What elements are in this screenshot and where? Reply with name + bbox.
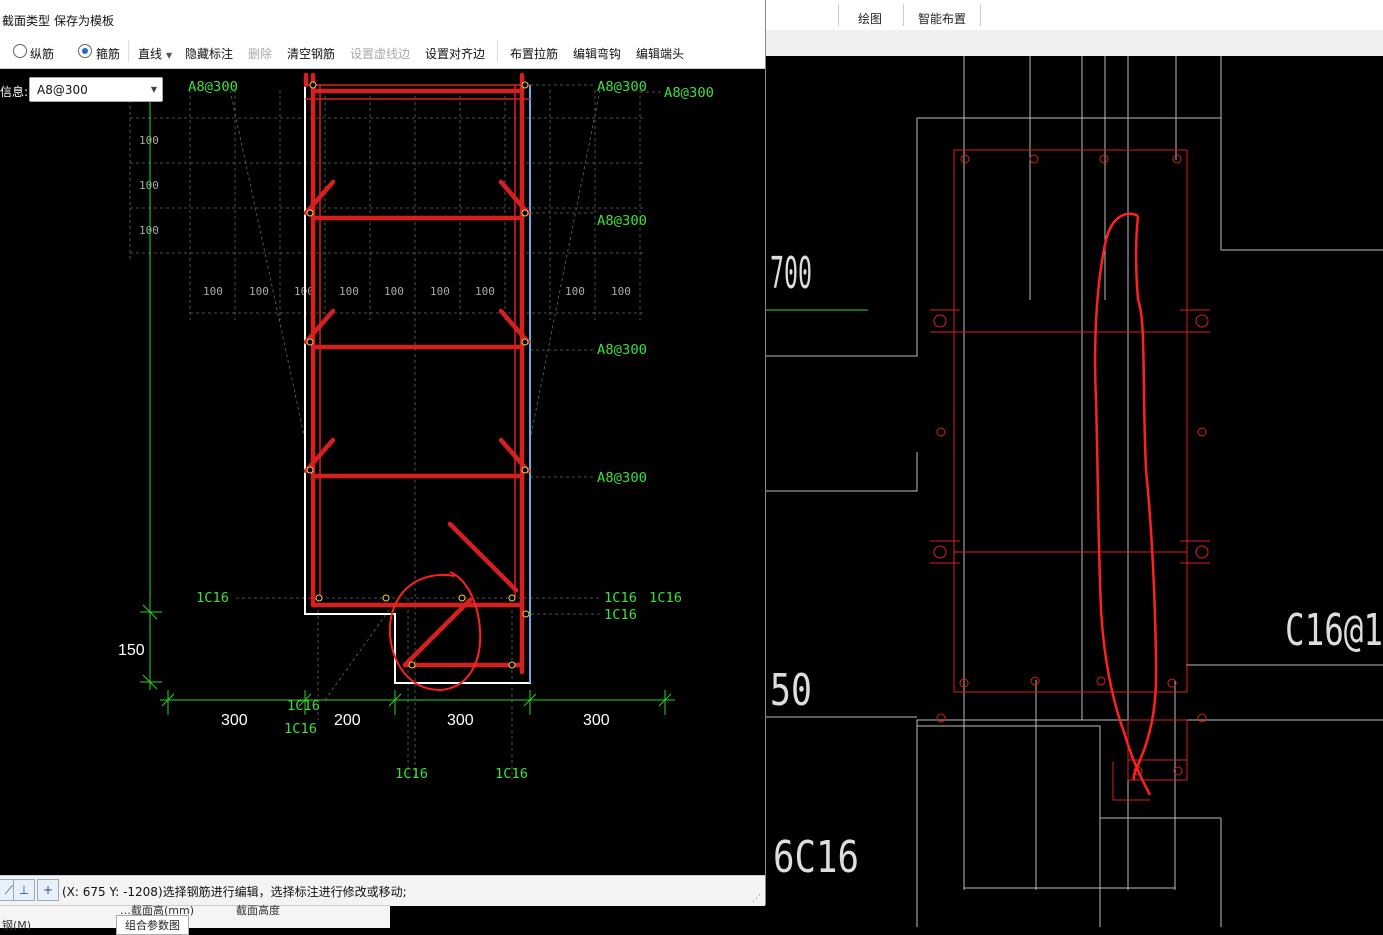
delete-button[interactable]: 删除: [248, 45, 272, 62]
grid-label: 100: [611, 285, 631, 298]
cad-label-bottom: 6C16: [773, 832, 859, 883]
grid-label: 100: [339, 285, 359, 298]
line-mode-label: 直线: [138, 47, 163, 61]
combined-params-tab[interactable]: 组合参数图: [116, 915, 189, 935]
grid-label: 100: [139, 134, 159, 147]
bottom-panel-strip: 钢(M) …截面高(mm) 截面高度 组合参数图: [0, 904, 390, 935]
resize-grip-icon[interactable]: ⋰: [752, 894, 761, 904]
rebar-label[interactable]: 1C16: [395, 767, 428, 782]
rebar-label[interactable]: 1C16: [287, 699, 320, 714]
rebar-label[interactable]: 1C16: [604, 591, 637, 606]
grid-label: 100: [139, 224, 159, 237]
info-label: 信息:: [0, 85, 29, 99]
radio-stirrup-label[interactable]: 箍筋: [96, 45, 120, 62]
dimension-label[interactable]: 300: [221, 712, 248, 729]
cad-main-canvas[interactable]: 700 50 6C16 C16@1: [766, 56, 1383, 927]
grid-label: 100: [203, 285, 223, 298]
radio-longitudinal-label[interactable]: 纵筋: [30, 45, 54, 62]
dimension-label[interactable]: 150: [118, 642, 145, 659]
perpendicular-toggle-icon[interactable]: ⊥: [13, 879, 35, 901]
ribbon-bar: 绘图 智能布置: [766, 0, 1383, 31]
bottom-cell-2: 截面高度: [236, 904, 280, 917]
cad-label-top: 700: [770, 248, 812, 299]
stirrup-label[interactable]: A8@300: [597, 471, 647, 486]
status-text: (X: 675 Y: -1208)选择钢筋进行编辑，选择标注进行修改或移动;: [62, 885, 407, 899]
line-mode-dropdown[interactable]: 直线 ▼: [138, 45, 172, 62]
dialog-toolbar: 纵筋 箍筋 直线 ▼ 隐藏标注 删除 清空钢筋 设置虚线边 设置对齐边 布置拉筋 …: [0, 34, 765, 69]
dimension-label[interactable]: 300: [447, 712, 474, 729]
dialog-menu-bar: 截面类型 保存为模板: [0, 0, 765, 35]
bottom-left-text: 钢(M): [2, 919, 32, 932]
edit-end-button[interactable]: 编辑端头: [636, 45, 684, 62]
grid-label: 100: [384, 285, 404, 298]
menu-section-type[interactable]: 截面类型: [2, 12, 50, 29]
set-dashed-edge-button[interactable]: 设置虚线边: [350, 45, 410, 62]
chevron-down-icon: ▼: [166, 51, 173, 60]
stirrup-label[interactable]: A8@300: [664, 86, 714, 101]
snap-toggle-icon[interactable]: +: [37, 879, 59, 901]
edit-hook-button[interactable]: 编辑弯钩: [573, 45, 621, 62]
grid-label: 100: [139, 179, 159, 192]
radio-stirrup[interactable]: [78, 44, 92, 58]
section-editor-dialog: 截面类型 保存为模板 纵筋 箍筋 直线 ▼ 隐藏标注 删除 清空钢筋 设置虚线边 …: [0, 0, 766, 906]
status-bar: ⟋ ⊥ + (X: 675 Y: -1208)选择钢筋进行编辑，选择标注进行修改…: [0, 875, 765, 906]
set-align-edge-button[interactable]: 设置对齐边: [425, 45, 485, 62]
dimension-label[interactable]: 300: [583, 712, 610, 729]
rebar-info-select[interactable]: A8@300 ▼: [29, 77, 163, 102]
place-tie-button[interactable]: 布置拉筋: [510, 45, 558, 62]
rebar-label[interactable]: 1C16: [649, 591, 682, 606]
ribbon-subbar: [766, 30, 1383, 56]
rebar-label[interactable]: 1C16: [604, 608, 637, 623]
section-drawing-canvas[interactable]: 100 100 100 100 100 100 100 100 100 100 …: [0, 68, 765, 875]
rebar-label[interactable]: 1C16: [284, 722, 317, 737]
rebar-info-value: A8@300: [37, 83, 88, 97]
stirrup-label[interactable]: A8@300: [597, 80, 647, 95]
cad-label-mid: 50: [770, 665, 812, 716]
grid-label: 100: [430, 285, 450, 298]
cad-label-right: C16@1: [1285, 605, 1383, 656]
grid-label: 100: [475, 285, 495, 298]
menu-save-template[interactable]: 保存为模板: [54, 12, 114, 29]
chevron-down-icon: ▼: [150, 85, 157, 94]
radio-longitudinal[interactable]: [13, 44, 27, 58]
dimension-label[interactable]: 200: [334, 712, 361, 729]
stirrup-label[interactable]: A8@300: [597, 343, 647, 358]
hide-annotation-button[interactable]: 隐藏标注: [185, 45, 233, 62]
rebar-label[interactable]: 1C16: [495, 767, 528, 782]
grid-label: 100: [565, 285, 585, 298]
rebar-label[interactable]: 1C16: [196, 591, 229, 606]
ribbon-tab-draw[interactable]: 绘图: [858, 10, 882, 27]
stirrup-label[interactable]: A8@300: [188, 80, 238, 95]
ribbon-tab-smart-layout[interactable]: 智能布置: [918, 10, 966, 27]
stirrup-label[interactable]: A8@300: [597, 214, 647, 229]
clear-rebar-button[interactable]: 清空钢筋: [287, 45, 335, 62]
grid-label: 100: [249, 285, 269, 298]
